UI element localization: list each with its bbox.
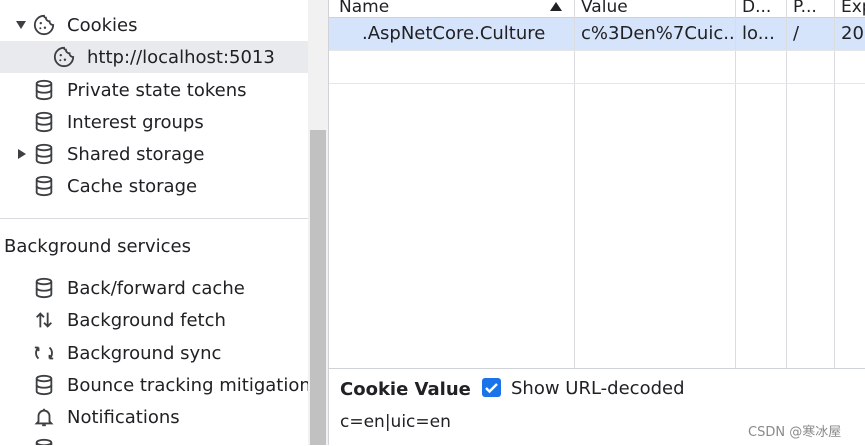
sidebar-item-label: Private state tokens: [67, 79, 247, 101]
sidebar-item-label: http://localhost:5013: [87, 46, 275, 68]
database-icon: [33, 143, 55, 165]
sidebar-item-background-fetch[interactable]: Background fetch: [0, 304, 308, 336]
cookie-table-panel: Name Value D... P... Exp .AspNetCore.Cul…: [329, 0, 865, 446]
row-divider: [329, 83, 865, 84]
database-icon: [33, 438, 55, 445]
column-header-expires[interactable]: Exp: [841, 0, 865, 18]
application-sidebar: Cookies http://localhost:5013 Private st…: [0, 0, 308, 445]
column-divider[interactable]: [574, 0, 575, 368]
sidebar-item-label: Interest groups: [67, 111, 204, 133]
column-header-domain[interactable]: D...: [742, 0, 782, 18]
sidebar-item-label: Cache storage: [67, 175, 198, 197]
sidebar-item-shared-storage[interactable]: Shared storage: [0, 138, 308, 170]
column-divider[interactable]: [834, 0, 835, 368]
sidebar-item-partial[interactable]: [0, 433, 308, 445]
sidebar-item-label: Notifications: [67, 406, 180, 428]
bell-icon: [33, 406, 55, 428]
column-header-name[interactable]: Name: [339, 0, 569, 18]
database-icon: [33, 111, 55, 133]
sidebar-scrollbar-thumb[interactable]: [310, 130, 326, 445]
column-header-path[interactable]: P...: [793, 0, 833, 18]
sidebar-item-background-sync[interactable]: Background sync: [0, 337, 308, 369]
expand-triangle-icon[interactable]: [16, 21, 26, 29]
sidebar-item-label: Bounce tracking mitigations: [67, 374, 308, 396]
section-divider: [0, 218, 308, 219]
sidebar-item-bounce-tracking[interactable]: Bounce tracking mitigations: [0, 369, 308, 401]
checkmark-icon: [485, 383, 498, 394]
column-header-value[interactable]: Value: [581, 0, 731, 18]
sidebar-item-notifications[interactable]: Notifications: [0, 401, 308, 433]
sidebar-item-private-state-tokens[interactable]: Private state tokens: [0, 74, 308, 106]
column-divider[interactable]: [735, 0, 736, 368]
sidebar-item-interest-groups[interactable]: Interest groups: [0, 106, 308, 138]
cookie-value-title: Cookie Value: [340, 379, 471, 400]
watermark: CSDN @寒冰屋: [748, 425, 842, 440]
cell-domain[interactable]: lo...: [742, 18, 784, 50]
sidebar-item-label: Background sync: [67, 342, 222, 364]
sidebar-item-label: Back/forward cache: [67, 277, 245, 299]
database-icon: [33, 277, 55, 299]
sidebar-item-back-forward-cache[interactable]: Back/forward cache: [0, 272, 308, 304]
database-icon: [33, 79, 55, 101]
database-icon: [33, 374, 55, 396]
cell-name[interactable]: .AspNetCore.Culture: [362, 18, 572, 50]
sidebar-item-cookies[interactable]: Cookies: [0, 9, 308, 41]
cookie-icon: [32, 13, 56, 37]
sidebar-item-label: Shared storage: [67, 143, 205, 165]
cell-path[interactable]: /: [793, 18, 833, 50]
sidebar-item-label: Background fetch: [67, 309, 226, 331]
row-divider: [329, 50, 865, 51]
up-down-arrows-icon: [33, 309, 55, 331]
cell-expires[interactable]: 202: [841, 18, 865, 50]
cookie-value-text[interactable]: c=en|uic=en: [340, 412, 451, 432]
column-divider[interactable]: [786, 0, 787, 368]
database-icon: [33, 175, 55, 197]
sidebar-item-cache-storage[interactable]: Cache storage: [0, 170, 308, 202]
cell-value[interactable]: c%3Den%7Cuic...: [581, 18, 733, 50]
show-url-decoded-label[interactable]: Show URL-decoded: [511, 378, 685, 399]
sidebar-item-label: Cookies: [67, 14, 138, 36]
sidebar-item-localhost[interactable]: http://localhost:5013: [0, 41, 308, 73]
sync-icon: [33, 342, 55, 364]
show-url-decoded-checkbox[interactable]: [482, 378, 501, 397]
expand-triangle-icon[interactable]: [18, 149, 26, 159]
sort-ascending-icon[interactable]: [550, 2, 562, 11]
section-title-background-services: Background services: [4, 236, 191, 257]
cookie-icon: [52, 45, 76, 69]
